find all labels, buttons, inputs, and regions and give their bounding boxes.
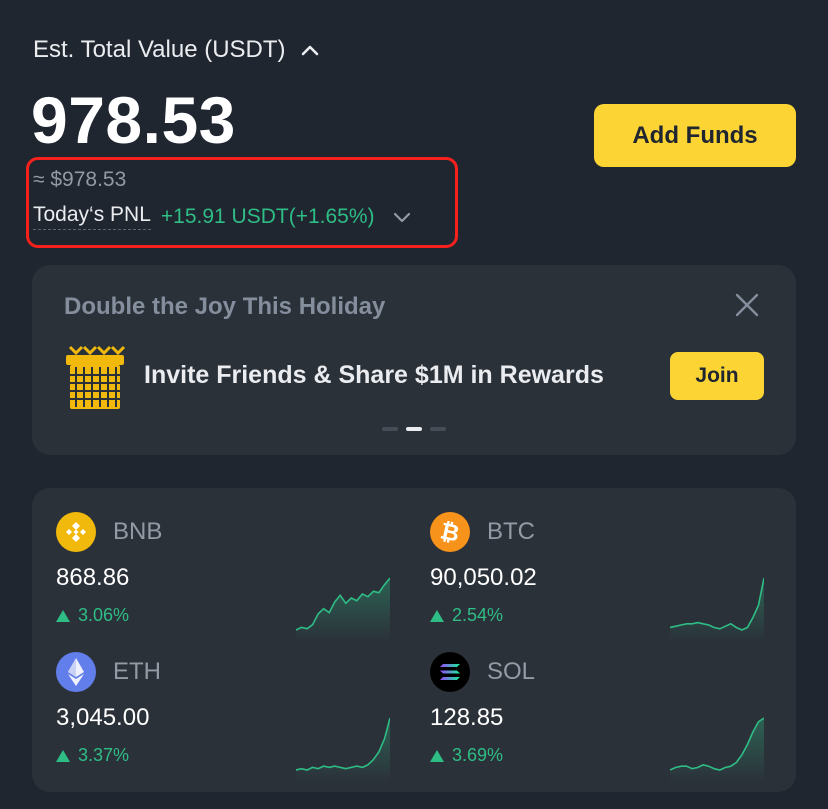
banner-title: Double the Joy This Holiday xyxy=(64,293,386,320)
eth-icon xyxy=(56,652,96,692)
coin-card-sol[interactable]: SOL 128.85 3.69% xyxy=(430,652,770,782)
coin-change-value: 2.54% xyxy=(452,605,504,625)
add-funds-button[interactable]: Add Funds xyxy=(594,104,796,167)
banner-text: Invite Friends & Share $1M in Rewards xyxy=(144,361,604,389)
coin-change-value: 3.37% xyxy=(78,745,130,765)
triangle-up-icon xyxy=(430,749,444,762)
todays-pnl-row[interactable]: Today‘s PNL +15.91 USDT(+1.65%) xyxy=(33,203,413,230)
coin-card-bnb[interactable]: BNB 868.86 3.06% xyxy=(56,512,396,642)
pnl-value: +15.91 USDT(+1.65%) xyxy=(160,204,375,228)
sparkline-chart xyxy=(670,717,764,782)
coin-price: 90,050.02 xyxy=(430,564,537,591)
coin-symbol: SOL xyxy=(487,658,536,685)
coin-change: 3.06% xyxy=(56,605,129,626)
coin-symbol: BTC xyxy=(487,518,535,545)
coin-price: 868.86 xyxy=(56,564,130,591)
coin-change-value: 3.69% xyxy=(452,745,504,765)
sparkline-area xyxy=(670,578,764,642)
coin-change-value: 3.06% xyxy=(78,605,130,625)
triangle-up-icon xyxy=(56,749,70,762)
pnl-label[interactable]: Today‘s PNL xyxy=(33,203,151,230)
carousel-dot[interactable] xyxy=(382,427,398,431)
coin-change: 2.54% xyxy=(430,605,503,626)
join-button[interactable]: Join xyxy=(670,352,764,400)
chevron-down-icon[interactable] xyxy=(391,206,413,228)
sparkline-chart xyxy=(670,577,764,642)
carousel-dot-active[interactable] xyxy=(406,427,422,431)
coin-change: 3.37% xyxy=(56,745,129,766)
carousel-dot[interactable] xyxy=(430,427,446,431)
sparkline-area xyxy=(670,718,764,782)
coin-card-btc[interactable]: ₿ BTC 90,050.02 2.54% xyxy=(430,512,770,642)
triangle-up-icon xyxy=(56,609,70,622)
triangle-up-icon xyxy=(430,609,444,622)
gift-icon xyxy=(66,345,126,409)
sparkline-area xyxy=(296,718,390,782)
sol-icon xyxy=(430,652,470,692)
bnb-icon xyxy=(56,512,96,552)
sparkline-chart xyxy=(296,717,390,782)
coin-price: 3,045.00 xyxy=(56,704,150,731)
approx-usd-value: ≈ $978.53 xyxy=(33,168,127,191)
est-total-label: Est. Total Value (USDT) xyxy=(33,36,286,63)
btc-icon: ₿ xyxy=(430,512,470,552)
coin-card-eth[interactable]: ETH 3,045.00 3.37% xyxy=(56,652,396,782)
close-icon[interactable] xyxy=(734,292,760,318)
coin-change: 3.69% xyxy=(430,745,503,766)
sparkline-line xyxy=(670,577,764,631)
coin-price: 128.85 xyxy=(430,704,504,731)
sparkline-area xyxy=(296,578,390,642)
coin-symbol: ETH xyxy=(113,658,161,685)
est-total-row[interactable]: Est. Total Value (USDT) xyxy=(33,36,320,64)
coin-symbol: BNB xyxy=(113,518,163,545)
sparkline-chart xyxy=(296,577,390,642)
total-value: 978.53 xyxy=(31,83,236,157)
carousel-indicator xyxy=(382,427,446,431)
coin-watchlist: BNB 868.86 3.06% ₿ BTC 90,050.02 2.54% E… xyxy=(32,488,796,792)
chevron-up-icon[interactable] xyxy=(300,40,320,60)
promo-banner[interactable]: Double the Joy This Holiday Invite Frien… xyxy=(32,265,796,455)
